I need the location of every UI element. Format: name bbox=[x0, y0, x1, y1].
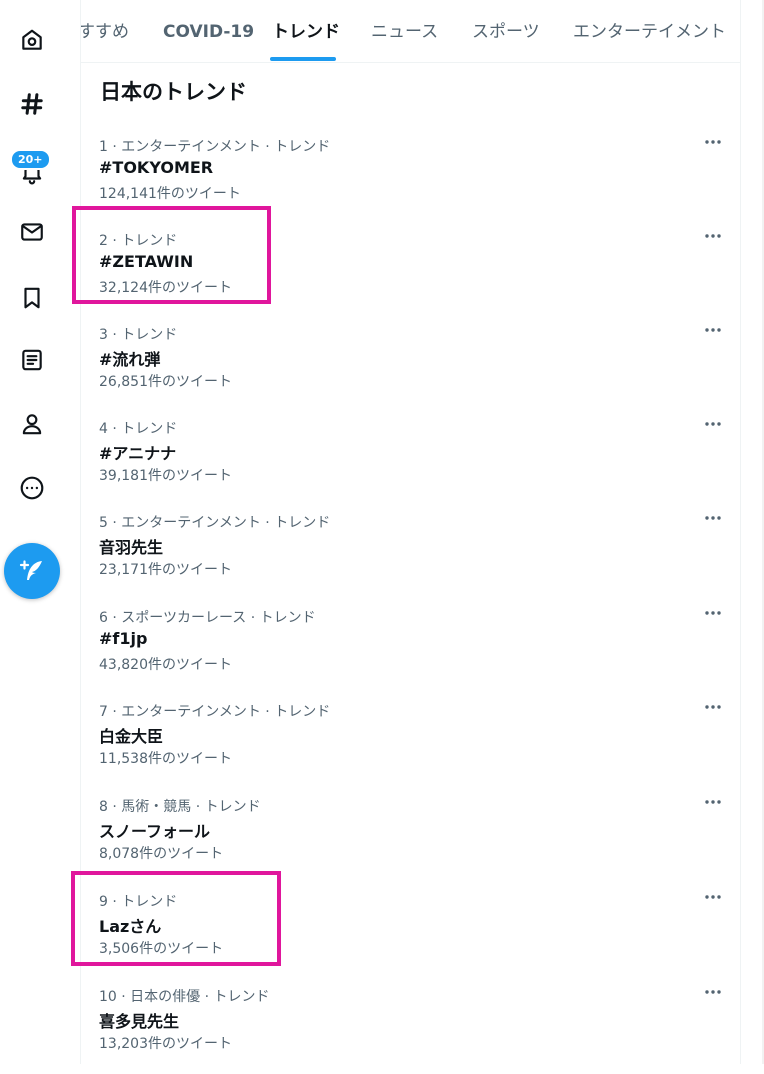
more-options-button[interactable] bbox=[701, 695, 725, 719]
trend-name: #TOKYOMER bbox=[99, 158, 214, 177]
home-icon[interactable] bbox=[16, 24, 48, 56]
tab-sports[interactable]: スポーツ bbox=[472, 0, 540, 62]
trend-tweet-count: 26,851件のツイート bbox=[99, 374, 232, 390]
trend-tweet-count: 124,141件のツイート bbox=[99, 186, 241, 202]
ellipsis-icon bbox=[705, 705, 721, 709]
ellipsis-icon bbox=[705, 234, 721, 238]
tab-trending[interactable]: トレンド bbox=[272, 0, 340, 62]
trend-meta: 10 · 日本の俳優 · トレンド bbox=[99, 989, 270, 1005]
trend-name: スノーフォール bbox=[99, 822, 211, 841]
trend-meta: 3 · トレンド bbox=[99, 327, 178, 343]
trend-name: 白金大臣 bbox=[99, 727, 164, 746]
trend-tweet-count: 23,171件のツイート bbox=[99, 562, 232, 578]
more-options-button[interactable] bbox=[701, 790, 725, 814]
compose-feather-plus-icon bbox=[19, 560, 42, 580]
trend-tweet-count: 39,181件のツイート bbox=[99, 468, 232, 484]
lists-icon[interactable] bbox=[16, 344, 48, 376]
profile-icon[interactable] bbox=[16, 408, 48, 440]
trend-tweet-count: 43,820件のツイート bbox=[99, 657, 232, 673]
trend-name: 喜多見先生 bbox=[99, 1012, 180, 1031]
ellipsis-icon bbox=[705, 895, 721, 899]
trend-meta: 8 · 馬術・競馬 · トレンド bbox=[99, 799, 261, 815]
section-title: 日本のトレンド bbox=[100, 80, 247, 104]
tab-for-you[interactable]: すすめ bbox=[81, 0, 129, 62]
more-options-button[interactable] bbox=[701, 506, 725, 530]
highlight-box-trend-9 bbox=[71, 871, 281, 966]
tab-news[interactable]: ニュース bbox=[371, 0, 438, 62]
more-options-button[interactable] bbox=[701, 980, 725, 1004]
trend-tweet-count: 11,538件のツイート bbox=[99, 751, 232, 767]
explore-tabs: すすめ COVID-19 トレンド ニュース スポーツ エンターテイメント bbox=[81, 0, 740, 63]
trend-meta: 6 · スポーツカーレース · トレンド bbox=[99, 610, 316, 626]
trend-item[interactable]: 4 · トレンド #アニナナ 39,181件のツイート bbox=[81, 412, 740, 506]
more-options-button[interactable] bbox=[701, 224, 725, 248]
more-options-button[interactable] bbox=[701, 412, 725, 436]
ellipsis-icon bbox=[705, 516, 721, 520]
more-circle-icon[interactable] bbox=[16, 472, 48, 504]
more-options-button[interactable] bbox=[701, 130, 725, 154]
bookmarks-icon[interactable] bbox=[16, 282, 48, 314]
trend-item[interactable]: 3 · トレンド #流れ弾 26,851件のツイート bbox=[81, 318, 740, 412]
trend-item[interactable]: 10 · 日本の俳優 · トレンド 喜多見先生 13,203件のツイート bbox=[81, 980, 740, 1074]
trend-name: 音羽先生 bbox=[99, 538, 164, 557]
ellipsis-icon bbox=[705, 328, 721, 332]
ellipsis-icon bbox=[705, 611, 721, 615]
trend-name: #流れ弾 bbox=[99, 350, 161, 369]
sidebar-nav: 20+ bbox=[0, 0, 64, 1064]
trend-tweet-count: 13,203件のツイート bbox=[99, 1036, 232, 1052]
trend-item[interactable]: 6 · スポーツカーレース · トレンド #f1jp 43,820件のツイート bbox=[81, 601, 740, 695]
highlight-box-trend-2 bbox=[72, 206, 271, 304]
trend-name: #f1jp bbox=[99, 629, 148, 648]
ellipsis-icon bbox=[705, 422, 721, 426]
trend-item[interactable]: 5 · エンターテインメント · トレンド 音羽先生 23,171件のツイート bbox=[81, 506, 740, 600]
ellipsis-icon bbox=[705, 140, 721, 144]
more-options-button[interactable] bbox=[701, 885, 725, 909]
compose-tweet-button[interactable] bbox=[4, 543, 60, 599]
trend-meta: 5 · エンターテインメント · トレンド bbox=[99, 515, 331, 531]
notification-count-badge: 20+ bbox=[10, 149, 51, 170]
trend-meta: 4 · トレンド bbox=[99, 421, 178, 437]
trend-item[interactable]: 7 · エンターテインメント · トレンド 白金大臣 11,538件のツイート bbox=[81, 695, 740, 789]
ellipsis-icon bbox=[705, 990, 721, 994]
active-tab-indicator bbox=[270, 57, 336, 61]
tab-entertainment[interactable]: エンターテイメント bbox=[573, 0, 726, 62]
trend-tweet-count: 8,078件のツイート bbox=[99, 846, 224, 862]
trend-meta: 7 · エンターテインメント · トレンド bbox=[99, 704, 331, 720]
more-options-button[interactable] bbox=[701, 601, 725, 625]
tab-covid-19[interactable]: COVID-19 bbox=[163, 0, 254, 62]
explore-hashtag-icon[interactable] bbox=[16, 88, 48, 120]
ellipsis-icon bbox=[705, 800, 721, 804]
more-options-button[interactable] bbox=[701, 318, 725, 342]
trend-item[interactable]: 8 · 馬術・競馬 · トレンド スノーフォール 8,078件のツイート bbox=[81, 790, 740, 884]
trend-name: #アニナナ bbox=[99, 444, 177, 463]
messages-envelope-icon[interactable] bbox=[16, 216, 48, 248]
trend-meta: 1 · エンターテインメント · トレンド bbox=[99, 139, 331, 155]
